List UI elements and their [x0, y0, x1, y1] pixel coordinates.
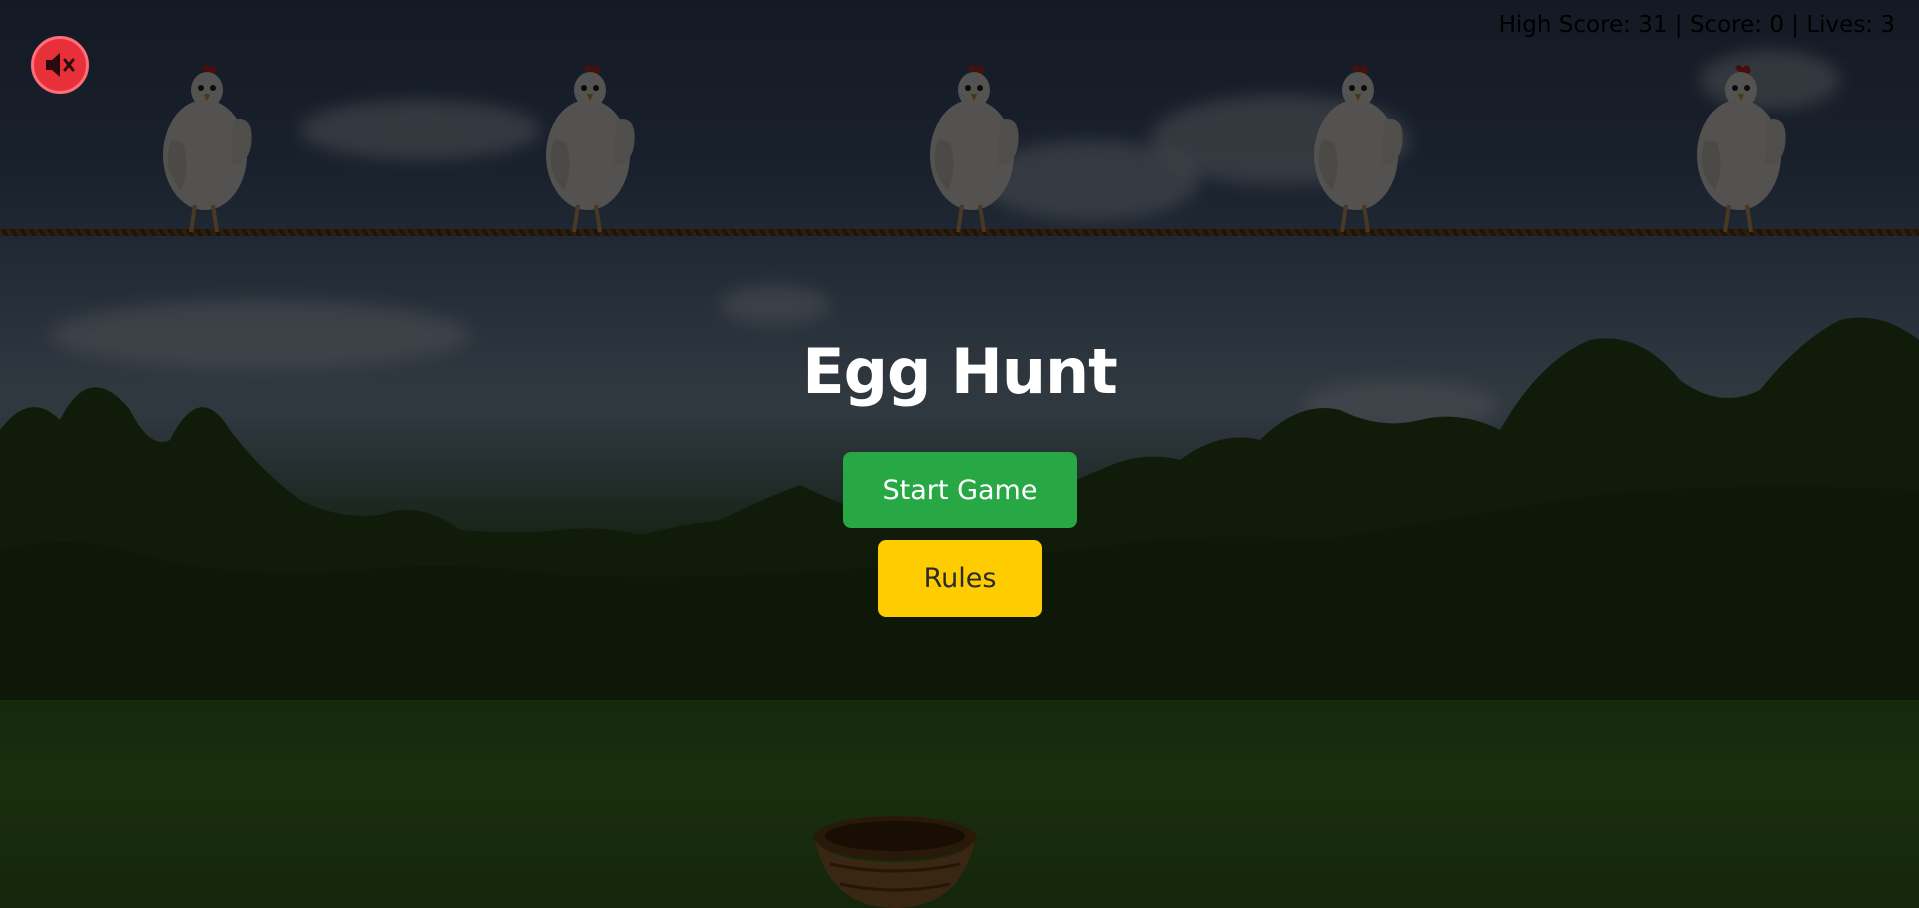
score-display: High Score: 31 | Score: 0 | Lives: 3 [1498, 12, 1895, 38]
mute-button[interactable] [31, 36, 89, 94]
game-canvas[interactable]: High Score: 31 | Score: 0 | Lives: 3 Egg… [0, 0, 1919, 908]
start-game-button[interactable]: Start Game [843, 452, 1077, 528]
speaker-muted-icon [46, 53, 75, 77]
rules-button[interactable]: Rules [878, 540, 1042, 617]
